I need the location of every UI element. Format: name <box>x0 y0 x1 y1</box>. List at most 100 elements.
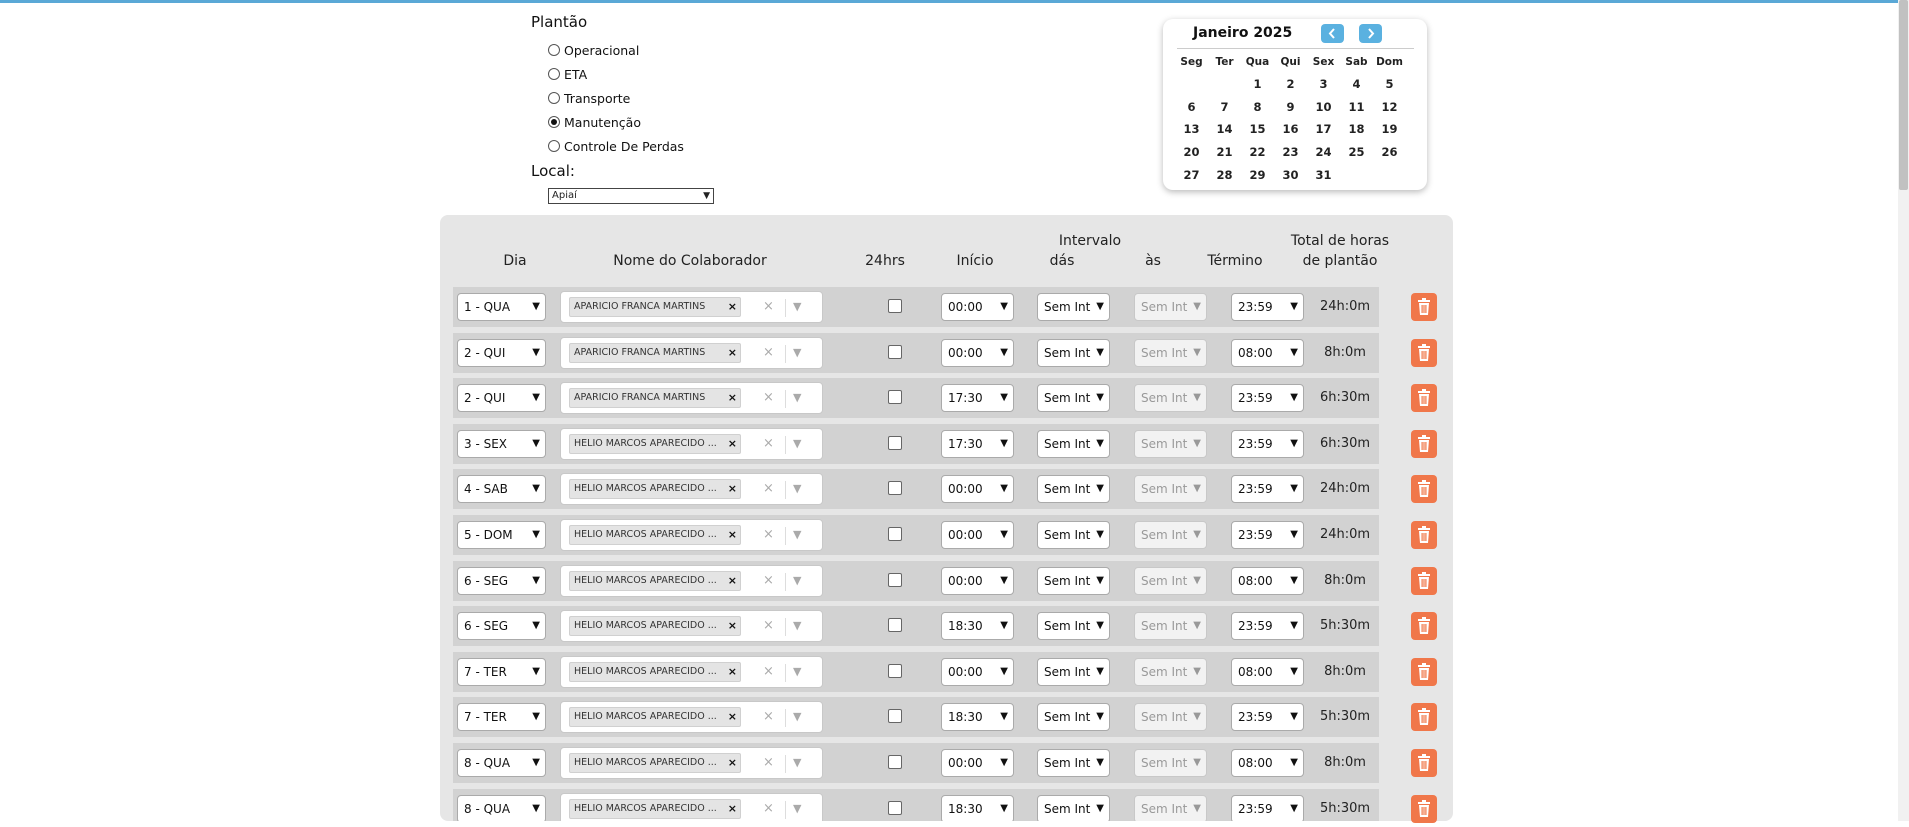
dia-select[interactable]: 8 - QUA ▼ <box>457 749 546 777</box>
radio-option[interactable]: Manutenção <box>548 110 684 134</box>
calendar-day[interactable]: 26 <box>1373 141 1406 164</box>
chevron-down-icon[interactable]: ▼ <box>793 388 801 408</box>
clear-x-icon[interactable]: × <box>763 616 774 636</box>
intervalo-das-select[interactable]: Sem Int ▼ <box>1037 338 1110 367</box>
delete-row-button[interactable] <box>1411 657 1437 686</box>
calendar-day[interactable]: 2 <box>1274 73 1307 96</box>
calendar-day[interactable]: 14 <box>1208 118 1241 141</box>
remove-tag-icon[interactable]: × <box>728 708 737 726</box>
intervalo-das-select[interactable]: Sem Int ▼ <box>1037 429 1110 458</box>
local-select[interactable]: Apiaí ▼ <box>548 188 714 204</box>
intervalo-das-select[interactable]: Sem Int ▼ <box>1037 566 1110 595</box>
24hrs-checkbox[interactable] <box>888 663 902 678</box>
remove-tag-icon[interactable]: × <box>728 435 737 453</box>
calendar-day[interactable]: 19 <box>1373 118 1406 141</box>
remove-tag-icon[interactable]: × <box>728 663 737 681</box>
inicio-select[interactable]: 18:30 ▼ <box>941 703 1014 732</box>
chevron-down-icon[interactable]: ▼ <box>793 707 801 727</box>
dia-select[interactable]: 7 - TER ▼ <box>457 703 546 732</box>
termino-select[interactable]: 08:00 ▼ <box>1231 749 1304 777</box>
calendar-day[interactable]: 1 <box>1241 73 1274 96</box>
calendar-day[interactable]: 8 <box>1241 96 1274 119</box>
delete-row-button[interactable] <box>1411 338 1437 367</box>
calendar-day[interactable]: 20 <box>1175 141 1208 164</box>
dia-select[interactable]: 5 - DOM ▼ <box>457 521 546 549</box>
inicio-select[interactable]: 00:00 ▼ <box>941 657 1014 686</box>
calendar-day[interactable]: 11 <box>1340 96 1373 119</box>
radio-button[interactable] <box>548 140 560 152</box>
intervalo-das-select[interactable]: Sem Int ▼ <box>1037 293 1110 321</box>
inicio-select[interactable]: 00:00 ▼ <box>941 475 1014 504</box>
dia-select[interactable]: 3 - SEX ▼ <box>457 429 546 458</box>
intervalo-as-select[interactable]: Sem Int ▼ <box>1134 794 1207 821</box>
termino-select[interactable]: 23:59 ▼ <box>1231 794 1304 821</box>
24hrs-checkbox[interactable] <box>888 299 902 313</box>
calendar-day[interactable]: 7 <box>1208 96 1241 119</box>
dia-select[interactable]: 6 - SEG ▼ <box>457 566 546 595</box>
intervalo-as-select[interactable]: Sem Int ▼ <box>1134 429 1207 458</box>
dia-select[interactable]: 2 - QUI ▼ <box>457 338 546 367</box>
intervalo-das-select[interactable]: Sem Int ▼ <box>1037 794 1110 821</box>
chevron-down-icon[interactable]: ▼ <box>793 571 801 591</box>
remove-tag-icon[interactable]: × <box>728 389 737 407</box>
chevron-down-icon[interactable]: ▼ <box>793 799 801 819</box>
inicio-select[interactable]: 00:00 ▼ <box>941 293 1014 321</box>
intervalo-as-select[interactable]: Sem Int ▼ <box>1134 566 1207 595</box>
termino-select[interactable]: 23:59 ▼ <box>1231 384 1304 413</box>
termino-select[interactable]: 23:59 ▼ <box>1231 703 1304 732</box>
page-scrollbar[interactable] <box>1898 0 1909 821</box>
dia-select[interactable]: 8 - QUA ▼ <box>457 794 546 821</box>
clear-x-icon[interactable]: × <box>763 343 774 363</box>
clear-x-icon[interactable]: × <box>763 753 774 773</box>
colaborador-multiselect[interactable]: HELIO MARCOS APARECIDO ... × × ▼ <box>560 655 823 688</box>
inicio-select[interactable]: 00:00 ▼ <box>941 749 1014 777</box>
calendar-day[interactable]: 18 <box>1340 118 1373 141</box>
calendar-day[interactable]: 24 <box>1307 141 1340 164</box>
calendar-day[interactable]: 22 <box>1241 141 1274 164</box>
clear-x-icon[interactable]: × <box>763 571 774 591</box>
radio-option[interactable]: Operacional <box>548 38 684 62</box>
clear-x-icon[interactable]: × <box>763 297 774 317</box>
remove-tag-icon[interactable]: × <box>728 526 737 544</box>
inicio-select[interactable]: 00:00 ▼ <box>941 338 1014 367</box>
inicio-select[interactable]: 17:30 ▼ <box>941 429 1014 458</box>
radio-option[interactable]: Controle De Perdas <box>548 134 684 158</box>
delete-row-button[interactable] <box>1411 384 1437 413</box>
calendar-day[interactable]: 6 <box>1175 96 1208 119</box>
chevron-down-icon[interactable]: ▼ <box>793 753 801 773</box>
inicio-select[interactable]: 00:00 ▼ <box>941 521 1014 549</box>
24hrs-checkbox[interactable] <box>888 709 902 724</box>
colaborador-multiselect[interactable]: HELIO MARCOS APARECIDO ... × × ▼ <box>560 427 823 460</box>
clear-x-icon[interactable]: × <box>763 799 774 819</box>
radio-option[interactable]: Transporte <box>548 86 684 110</box>
remove-tag-icon[interactable]: × <box>728 572 737 590</box>
remove-tag-icon[interactable]: × <box>728 800 737 818</box>
inicio-select[interactable]: 18:30 ▼ <box>941 612 1014 641</box>
colaborador-multiselect[interactable]: HELIO MARCOS APARECIDO ... × × ▼ <box>560 519 823 551</box>
calendar-prev-button[interactable] <box>1321 24 1344 43</box>
delete-row-button[interactable] <box>1411 475 1437 504</box>
inicio-select[interactable]: 00:00 ▼ <box>941 566 1014 595</box>
24hrs-checkbox[interactable] <box>888 481 902 496</box>
calendar-day[interactable]: 28 <box>1208 164 1241 187</box>
colaborador-multiselect[interactable]: APARICIO FRANCA MARTINS × × ▼ <box>560 291 823 323</box>
delete-row-button[interactable] <box>1411 749 1437 777</box>
termino-select[interactable]: 23:59 ▼ <box>1231 612 1304 641</box>
termino-select[interactable]: 23:59 ▼ <box>1231 475 1304 504</box>
chevron-down-icon[interactable]: ▼ <box>793 297 801 317</box>
dia-select[interactable]: 7 - TER ▼ <box>457 657 546 686</box>
calendar-day[interactable]: 12 <box>1373 96 1406 119</box>
intervalo-das-select[interactable]: Sem Int ▼ <box>1037 749 1110 777</box>
radio-button[interactable] <box>548 92 560 104</box>
intervalo-das-select[interactable]: Sem Int ▼ <box>1037 384 1110 413</box>
dia-select[interactable]: 1 - QUA ▼ <box>457 293 546 321</box>
dia-select[interactable]: 2 - QUI ▼ <box>457 384 546 413</box>
chevron-down-icon[interactable]: ▼ <box>793 616 801 636</box>
intervalo-das-select[interactable]: Sem Int ▼ <box>1037 657 1110 686</box>
calendar-day[interactable]: 25 <box>1340 141 1373 164</box>
colaborador-multiselect[interactable]: APARICIO FRANCA MARTINS × × ▼ <box>560 336 823 369</box>
colaborador-multiselect[interactable]: HELIO MARCOS APARECIDO ... × × ▼ <box>560 564 823 597</box>
radio-button[interactable] <box>548 116 560 128</box>
radio-button[interactable] <box>548 44 560 56</box>
calendar-day[interactable]: 21 <box>1208 141 1241 164</box>
